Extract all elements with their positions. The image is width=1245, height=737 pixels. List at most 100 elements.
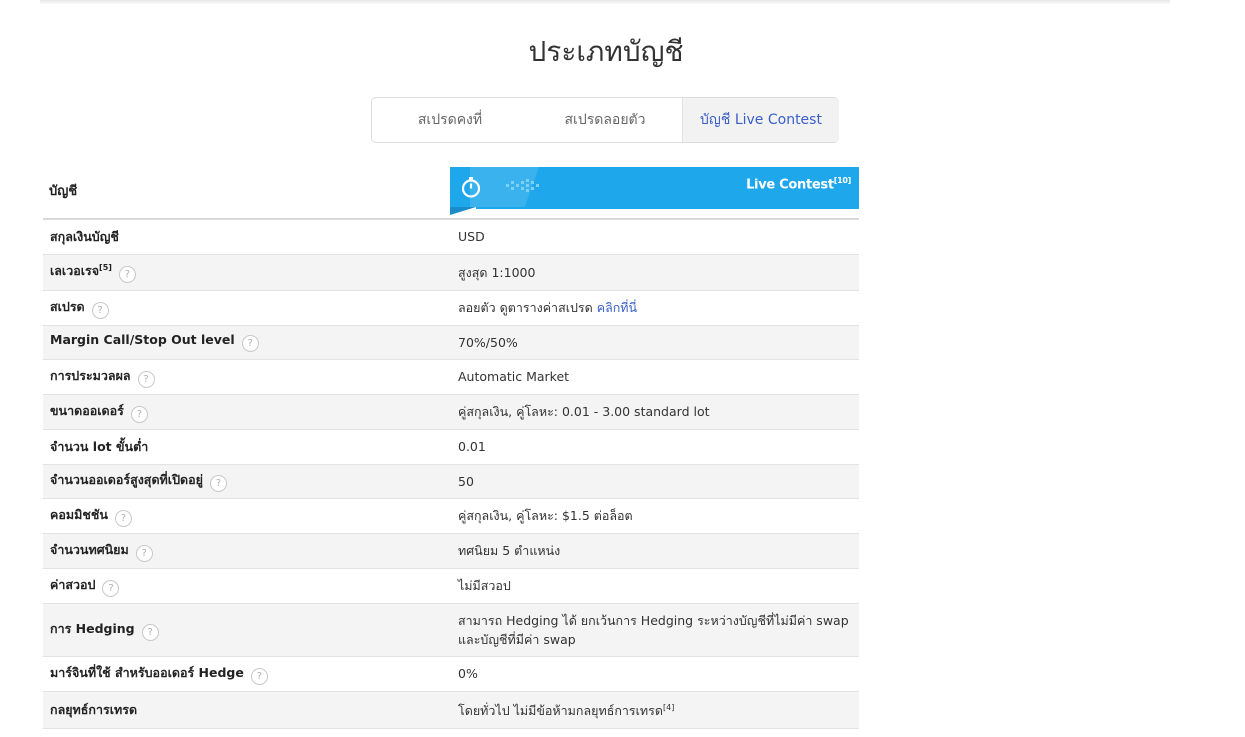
table-row: ขนาดออเดอร์? คู่สกุลเงิน, คู่โลหะ: 0.01 -… [43, 394, 859, 430]
row-label-text: Margin Call/Stop Out level [50, 332, 235, 347]
row-label-text: คอมมิชชัน [50, 506, 108, 522]
row-label: ขนาดออเดอร์? [43, 394, 450, 430]
help-icon[interactable]: ? [114, 509, 132, 527]
spread-table-link[interactable]: คลิกที่นี่ [597, 300, 637, 315]
row-value: โดยทั่วไป ไม่มีข้อห้ามกลยุทธ์การเทรด[4] [450, 691, 859, 729]
help-icon[interactable]: ? [91, 301, 109, 319]
help-icon[interactable]: ? [102, 579, 120, 597]
row-value-text: คู่สกุลเงิน, คู่โลหะ: 0.01 - 3.00 standa… [458, 404, 710, 419]
row-value-text: สูงสุด 1:1000 [458, 264, 536, 280]
row-value: สามารถ Hedging ได้ ยกเว้นการ Hedging ระห… [450, 603, 859, 657]
row-value-text: โดยทั่วไป ไม่มีข้อห้ามกลยุทธ์การเทรด [458, 703, 663, 719]
row-value: ทศนิยม 5 ตำแหน่ง [450, 533, 859, 569]
row-value: ลอยตัว ดูตารางค่าสเปรด คลิกที่นี่ [450, 290, 859, 326]
row-label-text: จำนวนทศนิยม [50, 541, 129, 557]
row-value: 70%/50% [450, 325, 859, 360]
table-row: สกุลเงินบัญชี USD [43, 220, 859, 255]
row-label-text: จำนวน lot ขั้นต่ำ [50, 438, 149, 454]
row-label-text: จำนวนออเดอร์สูงสุดที่เปิดอยู่ [50, 472, 203, 487]
row-value-text: สามารถ Hedging ได้ ยกเว้นการ Hedging ระห… [458, 612, 849, 647]
table-row: Margin Call/Stop Out level? 70%/50% [43, 325, 859, 360]
account-name: Live Contest[10] [746, 176, 852, 193]
tab-floating-spread[interactable]: สเปรดลอยตัว [528, 98, 682, 142]
top-shadow [40, 0, 1170, 4]
row-value-text: คู่สกุลเงิน, คู่โลหะ: $1.5 ต่อล็อต [458, 508, 633, 523]
row-label-text: สเปรด [50, 298, 85, 314]
account-type-tabs: สเปรดคงที่ สเปรดลอยตัว บัญชี Live Contes… [371, 97, 839, 143]
table-row: กลยุทธ์การเทรด โดยทั่วไป ไม่มีข้อห้ามกลยุ… [43, 691, 859, 729]
help-icon[interactable]: ? [209, 475, 227, 492]
row-label: สเปรด? [43, 290, 450, 326]
account-header-label: บัญชี [49, 184, 78, 199]
row-label-text: ค่าสวอป [50, 576, 96, 592]
row-value-text: 0.01 [458, 439, 486, 454]
account-footnote-ref[interactable]: [10] [834, 176, 852, 185]
help-icon[interactable]: ? [118, 266, 136, 283]
table-row: จำนวน lot ขั้นต่ำ 0.01 [43, 429, 859, 465]
account-header-row: บัญชี Live Contest[10] [43, 164, 859, 220]
row-label: การประมวลผล? [43, 359, 450, 395]
footnote-ref[interactable]: [4] [663, 703, 674, 712]
table-row: สเปรด? ลอยตัว ดูตารางค่าสเปรด คลิกที่นี่ [43, 290, 859, 326]
table-row: จำนวนทศนิยม? ทศนิยม 5 ตำแหน่ง [43, 533, 859, 569]
account-spec-table: สกุลเงินบัญชี USD เลเวอเรจ[5]? สูงสุด 1:100… [43, 220, 859, 729]
row-label-text: เลเวอเรจ [50, 263, 100, 278]
row-label: Margin Call/Stop Out level? [43, 325, 450, 360]
row-value: คู่สกุลเงิน, คู่โลหะ: 0.01 - 3.00 standa… [450, 394, 859, 430]
row-value-text: ทศนิยม 5 ตำแหน่ง [458, 543, 561, 558]
row-label: คอมมิชชัน? [43, 498, 450, 534]
row-label: สกุลเงินบัญชี [43, 220, 450, 255]
row-label: มาร์จินที่ใช้ สำหรับออเดอร์ Hedge? [43, 656, 450, 692]
row-value: USD [450, 220, 859, 255]
row-value: Automatic Market [450, 359, 859, 395]
row-value: ไม่มีสวอป [450, 568, 859, 604]
row-label-text: สกุลเงินบัญชี [50, 228, 119, 244]
banner-underline [476, 207, 859, 209]
row-value-text: 70%/50% [458, 334, 518, 350]
help-icon[interactable]: ? [241, 335, 259, 352]
page-title: ประเภทบัญชี [528, 35, 684, 68]
footnote-ref[interactable]: [5] [99, 263, 112, 272]
help-icon[interactable]: ? [135, 544, 153, 562]
row-label: จำนวนออเดอร์สูงสุดที่เปิดอยู่? [43, 464, 450, 499]
row-label: จำนวนทศนิยม? [43, 533, 450, 569]
help-icon[interactable]: ? [130, 405, 148, 423]
table-row: มาร์จินที่ใช้ สำหรับออเดอร์ Hedge? 0% [43, 656, 859, 692]
table-row: เลเวอเรจ[5]? สูงสุด 1:1000 [43, 254, 859, 291]
row-label: จำนวน lot ขั้นต่ำ [43, 429, 450, 465]
row-value: สูงสุด 1:1000 [450, 254, 859, 291]
row-value: คู่สกุลเงิน, คู่โลหะ: $1.5 ต่อล็อต [450, 498, 859, 534]
row-label-text: การประมวลผล [50, 367, 131, 383]
row-label: การ Hedging? [43, 603, 450, 657]
dots-icon [506, 179, 539, 192]
help-icon[interactable]: ? [137, 370, 155, 388]
row-label: ค่าสวอป? [43, 568, 450, 604]
table-row: ค่าสวอป? ไม่มีสวอป [43, 568, 859, 604]
row-value-text: 50 [458, 473, 474, 489]
banner-fold [450, 207, 476, 215]
row-value: 50 [450, 464, 859, 499]
tab-fixed-spread[interactable]: สเปรดคงที่ [372, 98, 528, 142]
tab-live-contest[interactable]: บัญชี Live Contest [682, 98, 839, 142]
table-row: การประมวลผล? Automatic Market [43, 359, 859, 395]
stopwatch-icon [461, 177, 481, 198]
row-label-text: การ Hedging [50, 620, 135, 636]
table-row: การ Hedging? สามารถ Hedging ได้ ยกเว้นการ… [43, 603, 859, 657]
table-row: จำนวนออเดอร์สูงสุดที่เปิดอยู่? 50 [43, 464, 859, 499]
row-label: เลเวอเรจ[5]? [43, 254, 450, 291]
live-contest-banner: Live Contest[10] [450, 167, 859, 207]
row-label-text: กลยุทธ์การเทรด [50, 701, 138, 717]
row-value: 0.01 [450, 429, 859, 465]
row-value-text: ลอยตัว ดูตารางค่าสเปรด [458, 300, 597, 315]
row-value: 0% [450, 656, 859, 692]
help-icon[interactable]: ? [250, 667, 268, 685]
help-icon[interactable]: ? [141, 623, 159, 641]
row-value-text: ไม่มีสวอป [458, 578, 511, 593]
row-value-text: USD [458, 229, 485, 245]
row-label: กลยุทธ์การเทรด [43, 691, 450, 729]
row-label-text: ขนาดออเดอร์ [50, 402, 124, 418]
row-label-text: มาร์จินที่ใช้ สำหรับออเดอร์ Hedge [50, 664, 244, 680]
row-value-text: 0% [458, 666, 478, 681]
table-row: คอมมิชชัน? คู่สกุลเงิน, คู่โลหะ: $1.5 ต่อ… [43, 498, 859, 534]
row-value-text: Automatic Market [458, 369, 570, 384]
